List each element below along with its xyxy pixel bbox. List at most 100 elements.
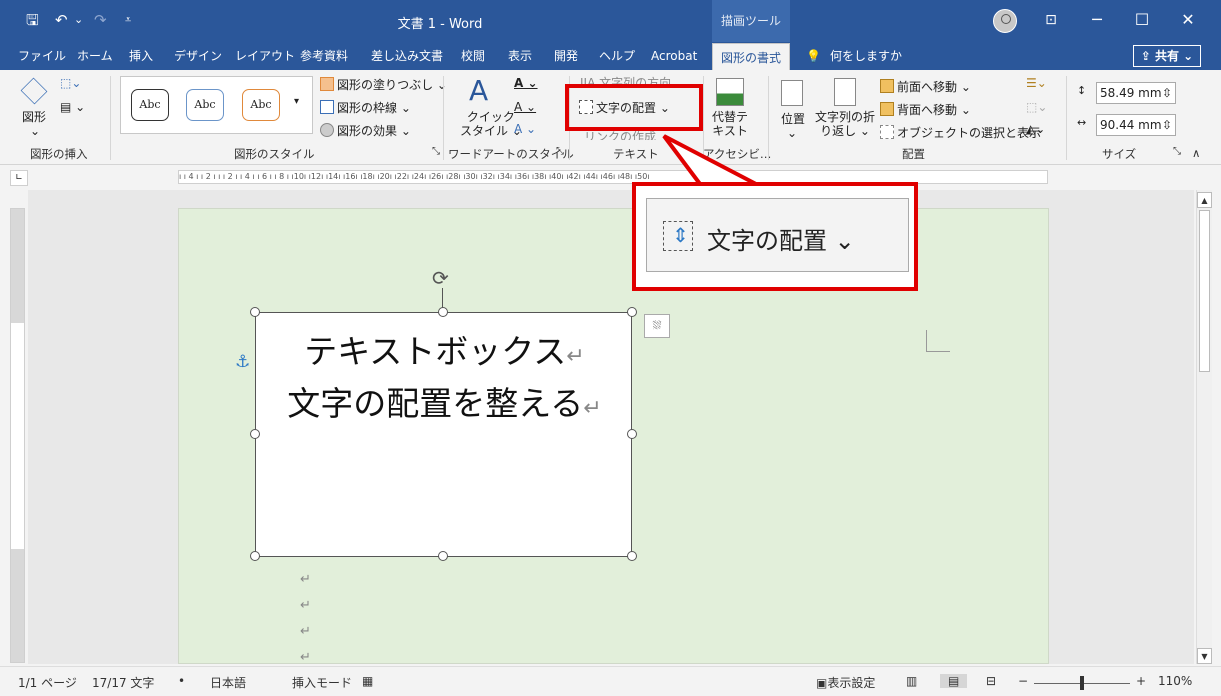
bring-forward-button[interactable]: 前面へ移動 ⌄ [880, 78, 971, 95]
scroll-thumb[interactable] [1199, 210, 1210, 372]
zoom-in-icon[interactable]: + [1136, 674, 1146, 688]
vertical-scrollbar[interactable]: ▲ ▼ [1196, 190, 1212, 664]
resize-handle[interactable] [627, 429, 637, 439]
resize-handle[interactable] [438, 307, 448, 317]
undo-icon[interactable]: ↶ [55, 10, 68, 30]
tab-design[interactable]: デザイン [174, 42, 222, 70]
zoom-level[interactable]: 110% [1158, 674, 1192, 688]
tab-references[interactable]: 参考資料 [300, 42, 348, 70]
alt-text-icon[interactable] [716, 78, 744, 106]
text-box[interactable]: テキストボックス↵ 文字の配置を整える↵ [255, 312, 632, 557]
position-icon[interactable] [781, 80, 803, 106]
tab-acrobat[interactable]: Acrobat [651, 42, 697, 70]
tab-mailings[interactable]: 差し込み文書 [371, 42, 443, 70]
dialog-launcher-icon[interactable]: ⤡ [432, 146, 440, 157]
tell-me-search[interactable]: 何をしますか [830, 42, 902, 70]
style-preset-3[interactable]: Abc [242, 89, 280, 121]
shapes-icon[interactable] [20, 77, 48, 105]
ribbon-display-icon[interactable]: ⊡ [1036, 8, 1066, 32]
text-outline-icon[interactable]: A ⌄ [514, 100, 536, 114]
gallery-more-icon[interactable]: ▾ [294, 96, 299, 107]
position-button[interactable]: 位置 [781, 110, 805, 127]
customize-toolbar-icon[interactable]: ⩡ [125, 10, 131, 30]
scroll-down-icon[interactable]: ▼ [1197, 648, 1212, 664]
share-icon: ⇪ [1140, 49, 1155, 63]
collapse-ribbon-icon[interactable]: ∧ [1192, 146, 1200, 160]
web-layout-icon[interactable]: ⊟ [986, 674, 996, 688]
resize-handle[interactable] [250, 551, 260, 561]
shape-effects-button[interactable]: 図形の効果 ⌄ [320, 122, 411, 139]
zoom-out-icon[interactable]: − [1018, 674, 1028, 688]
wordart-icon[interactable]: A [469, 74, 488, 107]
resize-handle[interactable] [438, 551, 448, 561]
page-count[interactable]: 1/1 ページ [18, 674, 77, 691]
resize-handle[interactable] [627, 307, 637, 317]
close-icon[interactable]: ✕ [1173, 8, 1203, 32]
dialog-launcher-icon[interactable]: ⤡ [1173, 146, 1181, 157]
text-box-line-2[interactable]: 文字の配置を整える↵ [256, 377, 633, 425]
zoom-slider-thumb[interactable] [1080, 676, 1084, 690]
redo-icon[interactable]: ↷ [94, 10, 107, 30]
style-preset-1[interactable]: Abc [131, 89, 169, 121]
tab-home[interactable]: ホーム [77, 42, 113, 70]
tab-selector-icon[interactable]: ∟ [10, 170, 28, 186]
tab-shape-format[interactable]: 図形の書式 [712, 43, 791, 71]
paragraph-mark-icon: ↵ [300, 598, 311, 613]
wrap-text-icon[interactable] [834, 78, 856, 106]
text-box-line-1[interactable]: テキストボックス↵ [256, 325, 633, 373]
align-icon[interactable]: ☰⌄ [1026, 76, 1047, 90]
tab-layout[interactable]: レイアウト [235, 42, 295, 70]
send-backward-button[interactable]: 背面へ移動 ⌄ [880, 101, 971, 118]
group-icon[interactable]: ⬚⌄ [1026, 100, 1047, 114]
tab-view[interactable]: 表示 [508, 42, 532, 70]
maximize-icon[interactable]: ☐ [1127, 8, 1157, 32]
print-layout-icon[interactable]: ▤ [940, 674, 968, 688]
text-box-icon[interactable]: ▤ ⌄ [60, 100, 85, 114]
stepper-icon[interactable]: ⇳ [1162, 83, 1175, 103]
chevron-down-icon[interactable]: ⌄ [30, 124, 40, 138]
insert-mode[interactable]: 挿入モード [292, 674, 352, 691]
avatar[interactable] [993, 9, 1017, 33]
shape-height-field[interactable]: 58.49 mm ⇳ [1096, 82, 1176, 104]
edit-shape-icon[interactable]: ⬚⌄ [60, 76, 81, 90]
resize-handle[interactable] [627, 551, 637, 561]
share-button[interactable]: ⇪ 共有 ⌄ [1133, 45, 1201, 67]
display-settings-button[interactable]: ▣表示設定 [816, 674, 875, 691]
word-count[interactable]: 17/17 文字 [92, 674, 154, 691]
text-effects-icon[interactable]: A ⌄ [514, 122, 536, 136]
paint-bucket-icon [320, 77, 334, 91]
resize-handle[interactable] [250, 429, 260, 439]
style-preset-2[interactable]: Abc [186, 89, 224, 121]
width-icon: ↔ [1077, 116, 1087, 129]
shape-outline-button[interactable]: 図形の枠線 ⌄ [320, 99, 411, 116]
tab-file[interactable]: ファイル [18, 42, 66, 70]
rotate-icon[interactable]: ◭⌄ [1026, 122, 1045, 136]
language[interactable]: 日本語 [210, 674, 246, 691]
read-mode-icon[interactable]: ▥ [906, 674, 917, 688]
macro-icon[interactable]: ▦ [362, 674, 373, 688]
tab-review[interactable]: 校閲 [461, 42, 485, 70]
resize-handle[interactable] [250, 307, 260, 317]
rotate-handle-icon[interactable]: ⟳ [432, 266, 449, 290]
undo-dropdown-icon[interactable]: ⌄ [74, 10, 83, 30]
save-icon[interactable]: 🖫 [26, 10, 39, 30]
context-tab-drawing-tools: 描画ツール [712, 0, 790, 42]
stepper-icon[interactable]: ⇳ [1162, 115, 1175, 135]
shape-fill-button[interactable]: 図形の塗りつぶし ⌄ [320, 76, 447, 93]
chevron-down-icon[interactable]: ⌄ [787, 126, 797, 140]
minimize-icon[interactable]: ─ [1082, 8, 1112, 32]
wrap-text-button[interactable]: 文字列の折 り返し ⌄ [815, 110, 875, 138]
tab-insert[interactable]: 挿入 [129, 42, 153, 70]
tab-help[interactable]: ヘルプ [599, 42, 635, 70]
shapes-button[interactable]: 図形 [22, 108, 46, 125]
shape-width-field[interactable]: 90.44 mm ⇳ [1096, 114, 1176, 136]
vertical-ruler[interactable] [10, 208, 25, 663]
alt-text-button[interactable]: 代替テ キスト [712, 110, 748, 138]
layout-options-icon[interactable]: ⛆ [644, 314, 670, 338]
tab-developer[interactable]: 開発 [554, 42, 578, 70]
selection-pane-button[interactable]: オブジェクトの選択と表示 [880, 124, 1041, 141]
text-fill-icon[interactable]: A ⌄ [514, 76, 538, 90]
scroll-up-icon[interactable]: ▲ [1197, 192, 1212, 208]
quick-styles-button[interactable]: クイック スタイル ⌄ [460, 110, 522, 138]
dialog-launcher-icon[interactable]: ⤡ [556, 146, 564, 157]
